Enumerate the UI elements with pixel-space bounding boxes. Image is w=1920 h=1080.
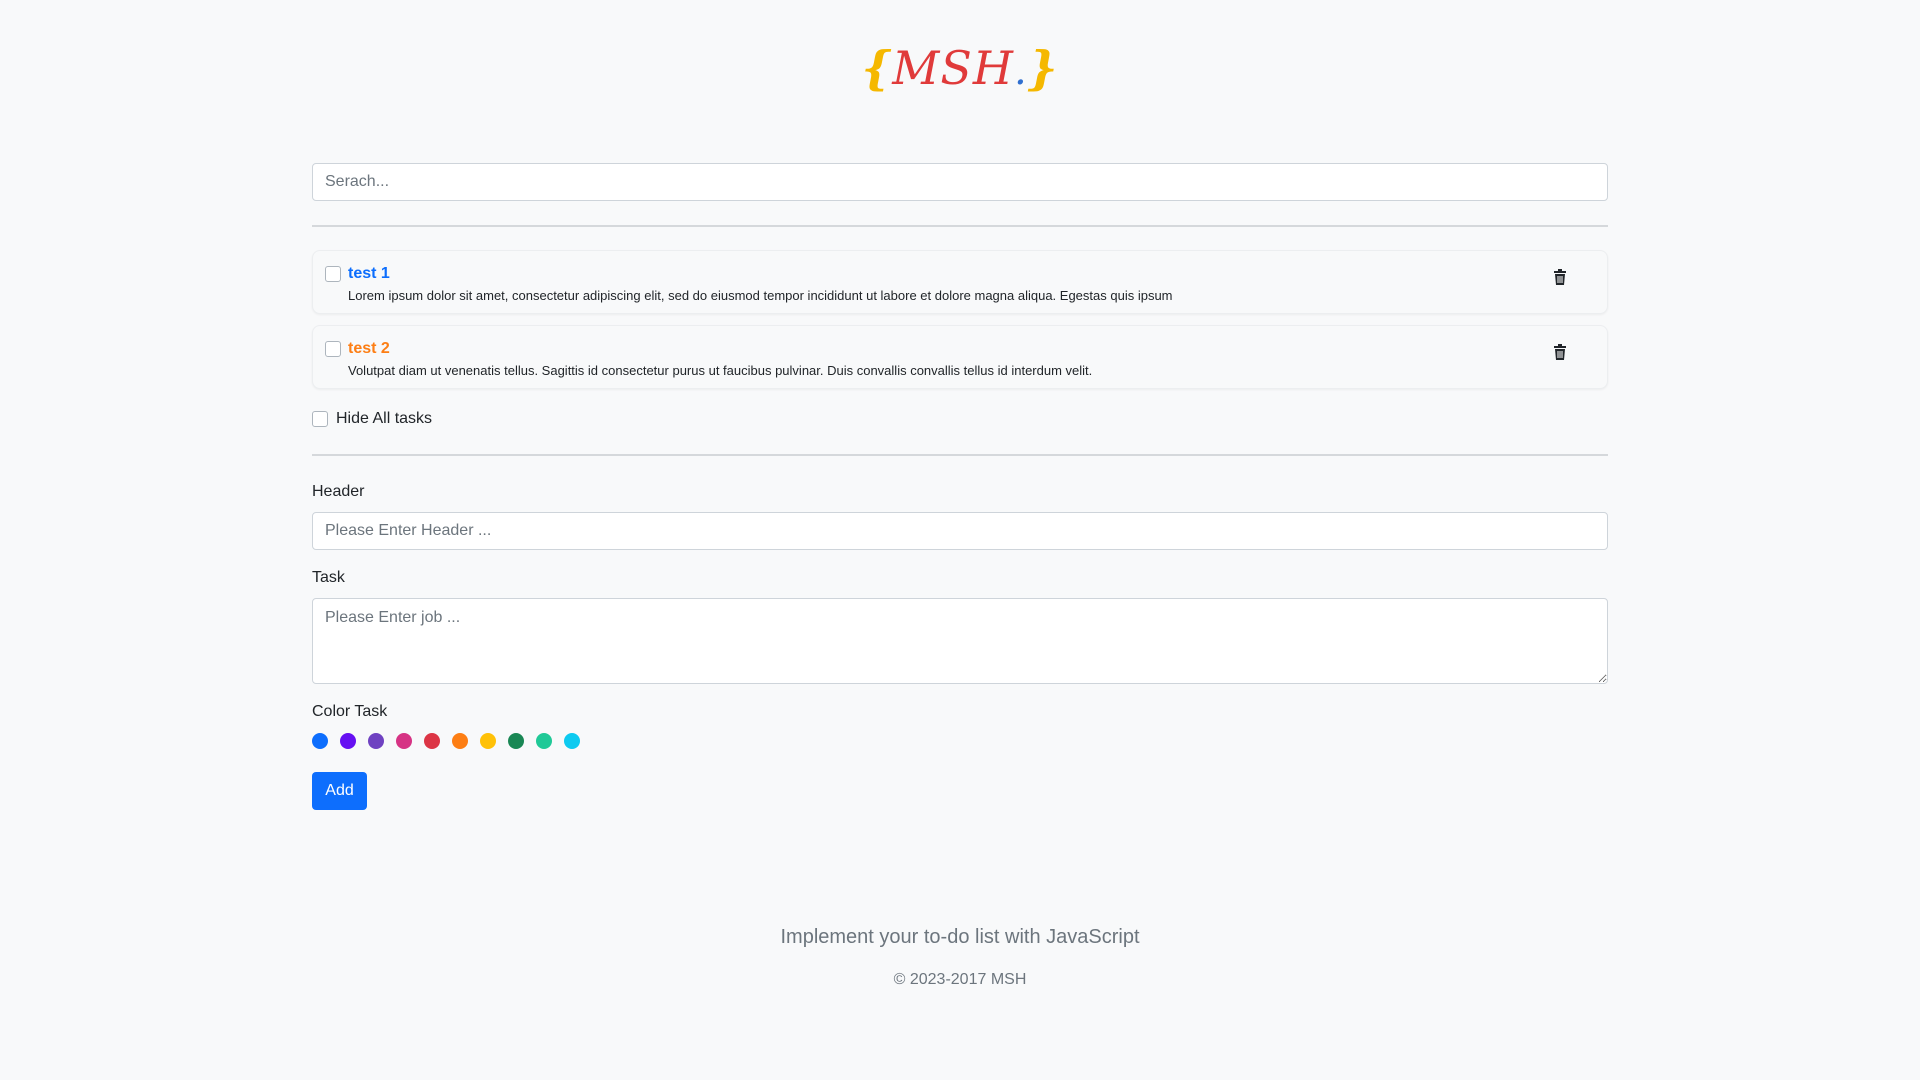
color-swatch[interactable] [452,733,468,749]
page: {MSH.} test 1 Lorem ipsum dolor sit amet… [0,0,1920,1080]
logo-text: MSH [892,41,1014,95]
search-input[interactable] [312,163,1608,201]
task-label: Task [312,569,345,586]
divider [312,225,1608,227]
logo-dot: . [1014,48,1028,94]
task-description: Lorem ipsum dolor sit amet, consectetur … [348,288,1173,303]
task-card: test 1 Lorem ipsum dolor sit amet, conse… [312,250,1608,314]
search-container [312,163,1608,201]
header-field-container [312,512,1608,550]
hide-all-checkbox[interactable] [312,411,328,427]
color-swatch[interactable] [396,733,412,749]
color-swatch[interactable] [480,733,496,749]
hide-all-label: Hide All tasks [336,410,433,427]
color-swatch[interactable] [536,733,552,749]
header-input[interactable] [312,512,1608,550]
color-swatch[interactable] [340,733,356,749]
task-textarea[interactable] [312,598,1608,684]
task-title: test 2 [348,340,390,357]
task-checkbox[interactable] [325,341,341,357]
color-swatch[interactable] [424,733,440,749]
footer-lead: Implement your to-do list with JavaScrip… [780,926,1140,948]
footer-copyright: © 2023-2017 MSH [893,971,1027,988]
task-card: test 2 Volutpat diam ut venenatis tellus… [312,325,1608,389]
task-description: Volutpat diam ut venenatis tellus. Sagit… [348,363,1093,378]
logo: {MSH.} [0,42,1920,97]
add-button[interactable]: Add [312,772,367,810]
color-swatch[interactable] [564,733,580,749]
trash-icon[interactable] [1553,344,1567,360]
header-label: Header [312,483,365,500]
color-picker [312,733,580,749]
logo-close-brace: } [1027,41,1059,95]
color-swatch[interactable] [508,733,524,749]
color-swatch[interactable] [368,733,384,749]
task-checkbox[interactable] [325,266,341,282]
divider [312,454,1608,456]
color-task-label: Color Task [312,703,388,720]
logo-open-brace: { [861,41,893,95]
task-title: test 1 [348,265,390,282]
color-swatch[interactable] [312,733,328,749]
trash-icon[interactable] [1553,269,1567,285]
hide-all-tasks[interactable]: Hide All tasks [312,409,432,429]
task-field-container [312,598,1608,689]
